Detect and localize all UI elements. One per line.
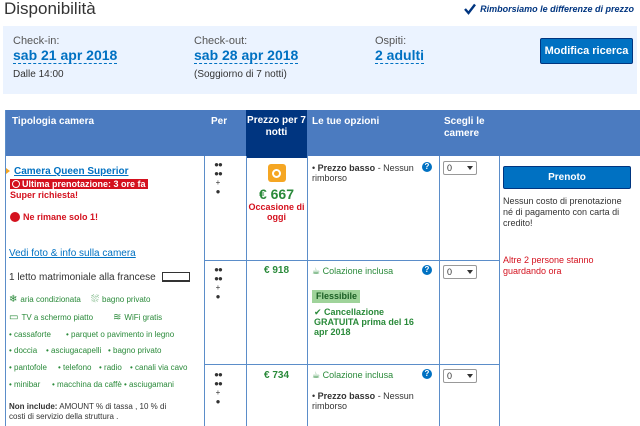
facility-item: • radio — [99, 363, 122, 372]
divider — [439, 156, 440, 426]
facility-item: • minibar — [9, 380, 41, 389]
divider — [204, 156, 205, 426]
chevron-down-icon — [467, 166, 473, 170]
room-photos-link[interactable]: Vedi foto & info sulla camera — [9, 248, 136, 259]
viewers-note: Altre 2 persone stanno guardando ora — [503, 255, 594, 276]
facility-item: • asciugacapelli — [46, 346, 102, 355]
high-demand-text: Super richiesta! — [10, 190, 79, 200]
room-marker-icon — [6, 168, 10, 174]
tv-icon: ▭ — [9, 312, 19, 323]
guests-label: Ospiti: — [375, 35, 407, 47]
last-booking-text: Ultima prenotazione: 3 ore fa — [22, 179, 146, 189]
room-quantity-select[interactable]: 0 — [443, 265, 477, 279]
divider — [204, 260, 499, 261]
occupancy-icon: ●● ●● + ● — [214, 265, 223, 301]
facility-item: • parquet o pavimento in legno — [66, 330, 175, 339]
guests-value[interactable]: 2 adulti — [375, 48, 425, 64]
scarcity-text: Ne rimane solo 1! — [23, 212, 99, 222]
deal-label: Occasione di oggi — [248, 202, 305, 222]
facility-item: • canali via cavo — [130, 363, 188, 372]
header-price: Prezzo per 7 notti — [246, 110, 307, 158]
facility-item: ≋ WiFi gratis — [113, 312, 163, 323]
no-fee-note: Nessun costo di prenotazione né di pagam… — [503, 196, 622, 228]
stay-length: (Soggiorno di 7 notti) — [194, 69, 287, 80]
not-included-note: Non include: AMOUNT % di tassa , 10 % di… — [9, 402, 167, 421]
book-button[interactable]: Prenoto — [503, 166, 631, 189]
price-cell: € 667 Occasione di oggi — [246, 164, 307, 222]
alarm-clock-icon — [12, 180, 20, 188]
free-cancellation-note: ✔ Cancellazione GRATUITA prima del 16 ap… — [314, 307, 414, 337]
occupancy-icon: ●● ●● + ● — [214, 160, 223, 196]
checkin-date[interactable]: sab 21 apr 2018 — [13, 48, 118, 64]
deal-icon — [267, 164, 286, 182]
header-options: Le tue opzioni — [312, 116, 380, 127]
option-policy: • Prezzo basso - Nessun rimborso — [312, 391, 414, 411]
room-name-link[interactable]: Camera Queen Superior — [14, 166, 128, 177]
option-meal: ☕ Colazione inclusa — [312, 266, 394, 276]
flexible-badge: Flessibile — [312, 290, 360, 303]
facility-item: • asciugamani — [124, 380, 174, 389]
help-icon[interactable]: ? — [422, 265, 432, 275]
divider — [204, 364, 499, 365]
price-cell: € 918 — [246, 265, 307, 276]
facility-item: • bagno privato — [108, 346, 162, 355]
facility-item: • doccia — [9, 346, 38, 355]
price-value: € 918 — [263, 265, 290, 276]
header-room-type: Tipologia camera — [12, 116, 95, 127]
guests-block: Ospiti: 2 adulti — [375, 35, 425, 65]
checkin-time: Dalle 14:00 — [13, 69, 64, 80]
facility-item: • pantofole — [9, 363, 47, 372]
checkout-label: Check-out: — [194, 35, 248, 47]
room-quantity-select[interactable]: 0 — [443, 369, 477, 383]
option-meal: ☕ Colazione inclusa — [312, 370, 394, 380]
help-icon[interactable]: ? — [422, 162, 432, 172]
price-value: € 734 — [263, 370, 290, 381]
checkout-block: Check-out: sab 28 apr 2018 (Soggiorno di… — [194, 35, 299, 80]
facility-item: ❄ aria condizionata — [9, 294, 81, 305]
price-value: € 667 — [258, 186, 295, 202]
facility-item: • macchina da caffè — [52, 380, 122, 389]
shower-icon: ⛆ — [91, 294, 99, 305]
bed-info: 1 letto matrimoniale alla francese — [9, 272, 156, 283]
price-cell: € 734 — [246, 370, 307, 381]
last-booking-notice: Ultima prenotazione: 3 ore fa Super rich… — [10, 179, 150, 201]
help-icon[interactable]: ? — [422, 369, 432, 379]
room-quantity-select[interactable]: 0 — [443, 161, 477, 175]
search-summary: Check-in: sab 21 apr 2018 Dalle 14:00 Ch… — [3, 26, 637, 94]
divider — [307, 156, 308, 426]
facility-item: • cassaforte — [9, 330, 51, 339]
header-choose: Scegli le camere — [444, 116, 485, 139]
chevron-down-icon — [467, 374, 473, 378]
header-per: Per — [211, 116, 228, 127]
check-shield-icon — [464, 3, 477, 15]
divider — [499, 156, 500, 426]
checkin-label: Check-in: — [13, 35, 60, 47]
facility-item: • telefono — [58, 363, 92, 372]
wifi-icon: ≋ — [113, 312, 122, 323]
facility-item: ⛆ bagno privato — [91, 294, 151, 305]
table-header: Tipologia camera Per Le tue opzioni Sceg… — [6, 110, 640, 156]
modify-search-button[interactable]: Modifica ricerca — [540, 38, 633, 64]
price-match-notice[interactable]: Rimborsiamo le differenze di prezzo — [464, 3, 634, 15]
checkout-date[interactable]: sab 28 apr 2018 — [194, 48, 299, 64]
price-match-text: Rimborsiamo le differenze di prezzo — [480, 4, 634, 14]
facility-item: ▭ TV a schermo piatto — [9, 312, 94, 323]
checkin-block: Check-in: sab 21 apr 2018 Dalle 14:00 — [13, 35, 118, 80]
alert-dot-icon — [10, 212, 20, 222]
snowflake-icon: ❄ — [9, 294, 18, 305]
chevron-down-icon — [467, 270, 473, 274]
option-policy: • Prezzo basso - Nessun rimborso — [312, 163, 414, 183]
scarcity-notice: Ne rimane solo 1! — [10, 212, 98, 222]
page-title: Disponibilità — [4, 0, 96, 18]
occupancy-icon: ●● ●● + ● — [214, 370, 223, 406]
bed-icon — [162, 272, 190, 282]
last-booking-badge: Ultima prenotazione: 3 ore fa — [10, 179, 148, 189]
